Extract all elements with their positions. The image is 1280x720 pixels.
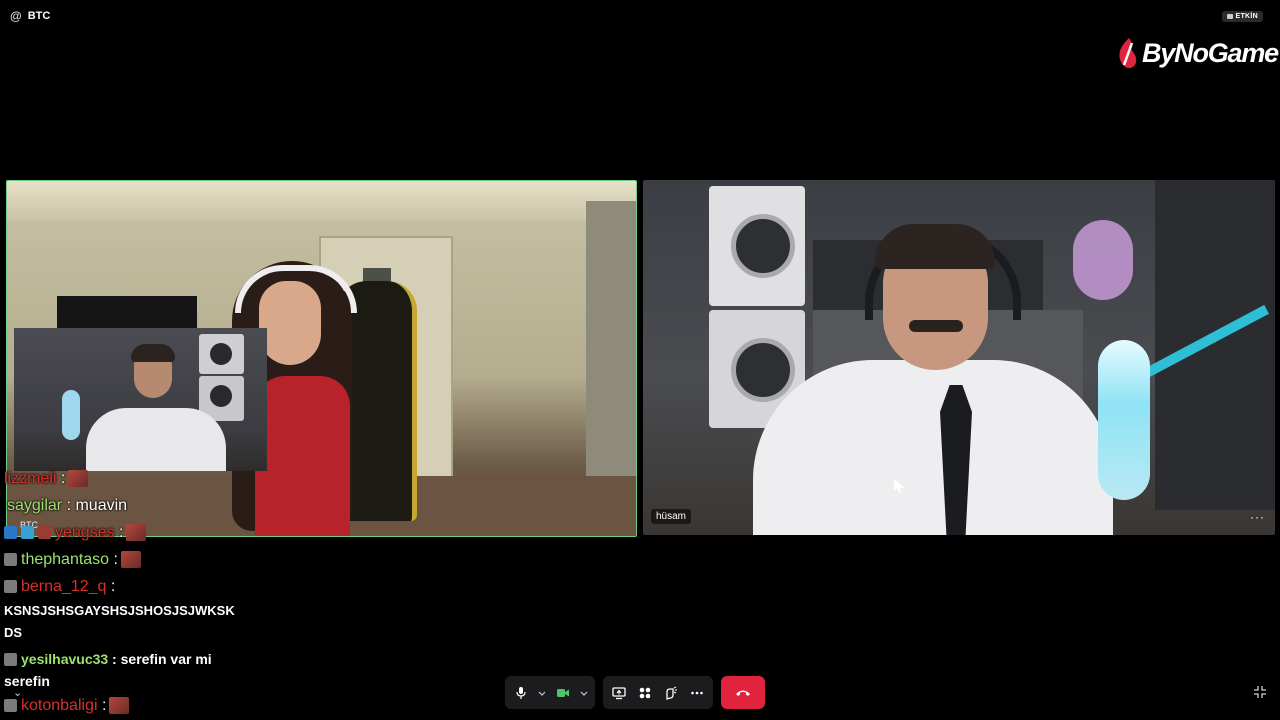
status-label: ETKİN — [1235, 13, 1258, 20]
microphone-icon — [516, 686, 526, 699]
badge-icon — [4, 653, 17, 666]
tile-more-button[interactable]: ··· — [1250, 510, 1265, 524]
chat-separator: : — [106, 578, 116, 595]
chat-text: KSNSJSHSGAYSHSJSHOSJSJWKSK DS — [4, 603, 235, 640]
camera-options-button[interactable] — [579, 683, 589, 703]
activity-control-group — [603, 676, 713, 709]
chevron-down-icon — [580, 691, 588, 696]
chat-separator: : — [114, 524, 124, 541]
chat-username: yengses — [55, 524, 115, 541]
more-icon — [691, 691, 703, 694]
activities-button[interactable] — [635, 683, 655, 703]
chat-username: saygilar — [7, 497, 63, 514]
chat-message: saygilar : muavin — [7, 497, 127, 515]
chat-separator: : — [56, 470, 66, 487]
video-tile-left[interactable]: BTC — [6, 180, 637, 537]
chat-separator: : — [109, 551, 118, 568]
participant-name-tag: hüsam — [651, 509, 692, 524]
camera-icon — [557, 688, 569, 697]
mic-control-group — [505, 676, 595, 709]
video-tile-right[interactable]: hüsam ··· — [643, 180, 1275, 535]
chat-username: thephantaso — [21, 551, 110, 568]
topbar-channel: @ BTC — [10, 9, 50, 23]
screen-share-button[interactable] — [609, 683, 629, 703]
chevron-down-icon — [538, 691, 546, 696]
more-options-button[interactable] — [687, 683, 707, 703]
hang-up-icon — [736, 690, 750, 696]
activities-icon — [639, 687, 651, 698]
badge-icon — [4, 580, 17, 593]
screen-share-icon — [612, 686, 626, 699]
badge-icon — [4, 526, 17, 539]
chat-username: berna_12_q — [21, 578, 107, 595]
status-badge: ETKİN — [1221, 11, 1263, 22]
leave-call-button[interactable] — [721, 676, 765, 709]
status-icon — [1226, 14, 1233, 19]
at-icon: @ — [10, 9, 22, 23]
brand-flame-icon — [1119, 38, 1137, 68]
soundboard-icon — [666, 686, 677, 700]
brand-logo: ByNoGame — [1116, 37, 1279, 69]
badge-icon — [4, 699, 17, 712]
soundboard-button[interactable] — [661, 683, 681, 703]
chat-username: yesilhavuc33 — [21, 651, 109, 667]
chat-message: yengses : — [4, 524, 147, 542]
chevron-down-icon[interactable]: ⌄ — [13, 686, 22, 699]
chat-separator: : — [97, 697, 107, 714]
emote-icon — [109, 697, 130, 714]
chat-username: kotonbaligi — [21, 697, 98, 714]
chat-separator: : — [108, 651, 117, 667]
channel-name: BTC — [27, 10, 51, 22]
chat-text: muavin — [71, 497, 128, 514]
chat-message: berna_12_q : — [4, 578, 115, 596]
mic-options-button[interactable] — [537, 683, 547, 703]
chat-message: kotonbaligi : — [4, 697, 130, 715]
chat-message: thephantaso : — [4, 551, 141, 569]
exit-fullscreen-icon[interactable] — [1253, 685, 1267, 699]
chat-separator: : — [62, 497, 72, 514]
badge-icon — [38, 526, 51, 539]
badge-icon — [21, 526, 34, 539]
chat-message: lizzmeli : — [4, 470, 89, 488]
brand-name: ByNoGame — [1142, 37, 1279, 68]
emote-icon — [68, 470, 89, 487]
video-feed-right — [643, 180, 1275, 535]
picture-in-picture-feed[interactable] — [14, 328, 267, 471]
badge-icon — [4, 553, 17, 566]
chat-message: yesilhavuc33 : serefin var mi serefin — [4, 648, 234, 692]
camera-button[interactable] — [553, 683, 573, 703]
emote-icon — [120, 551, 141, 568]
microphone-button[interactable] — [511, 683, 531, 703]
call-controls — [505, 676, 765, 709]
chat-username: lizzmeli — [4, 470, 57, 487]
emote-icon — [126, 524, 147, 541]
